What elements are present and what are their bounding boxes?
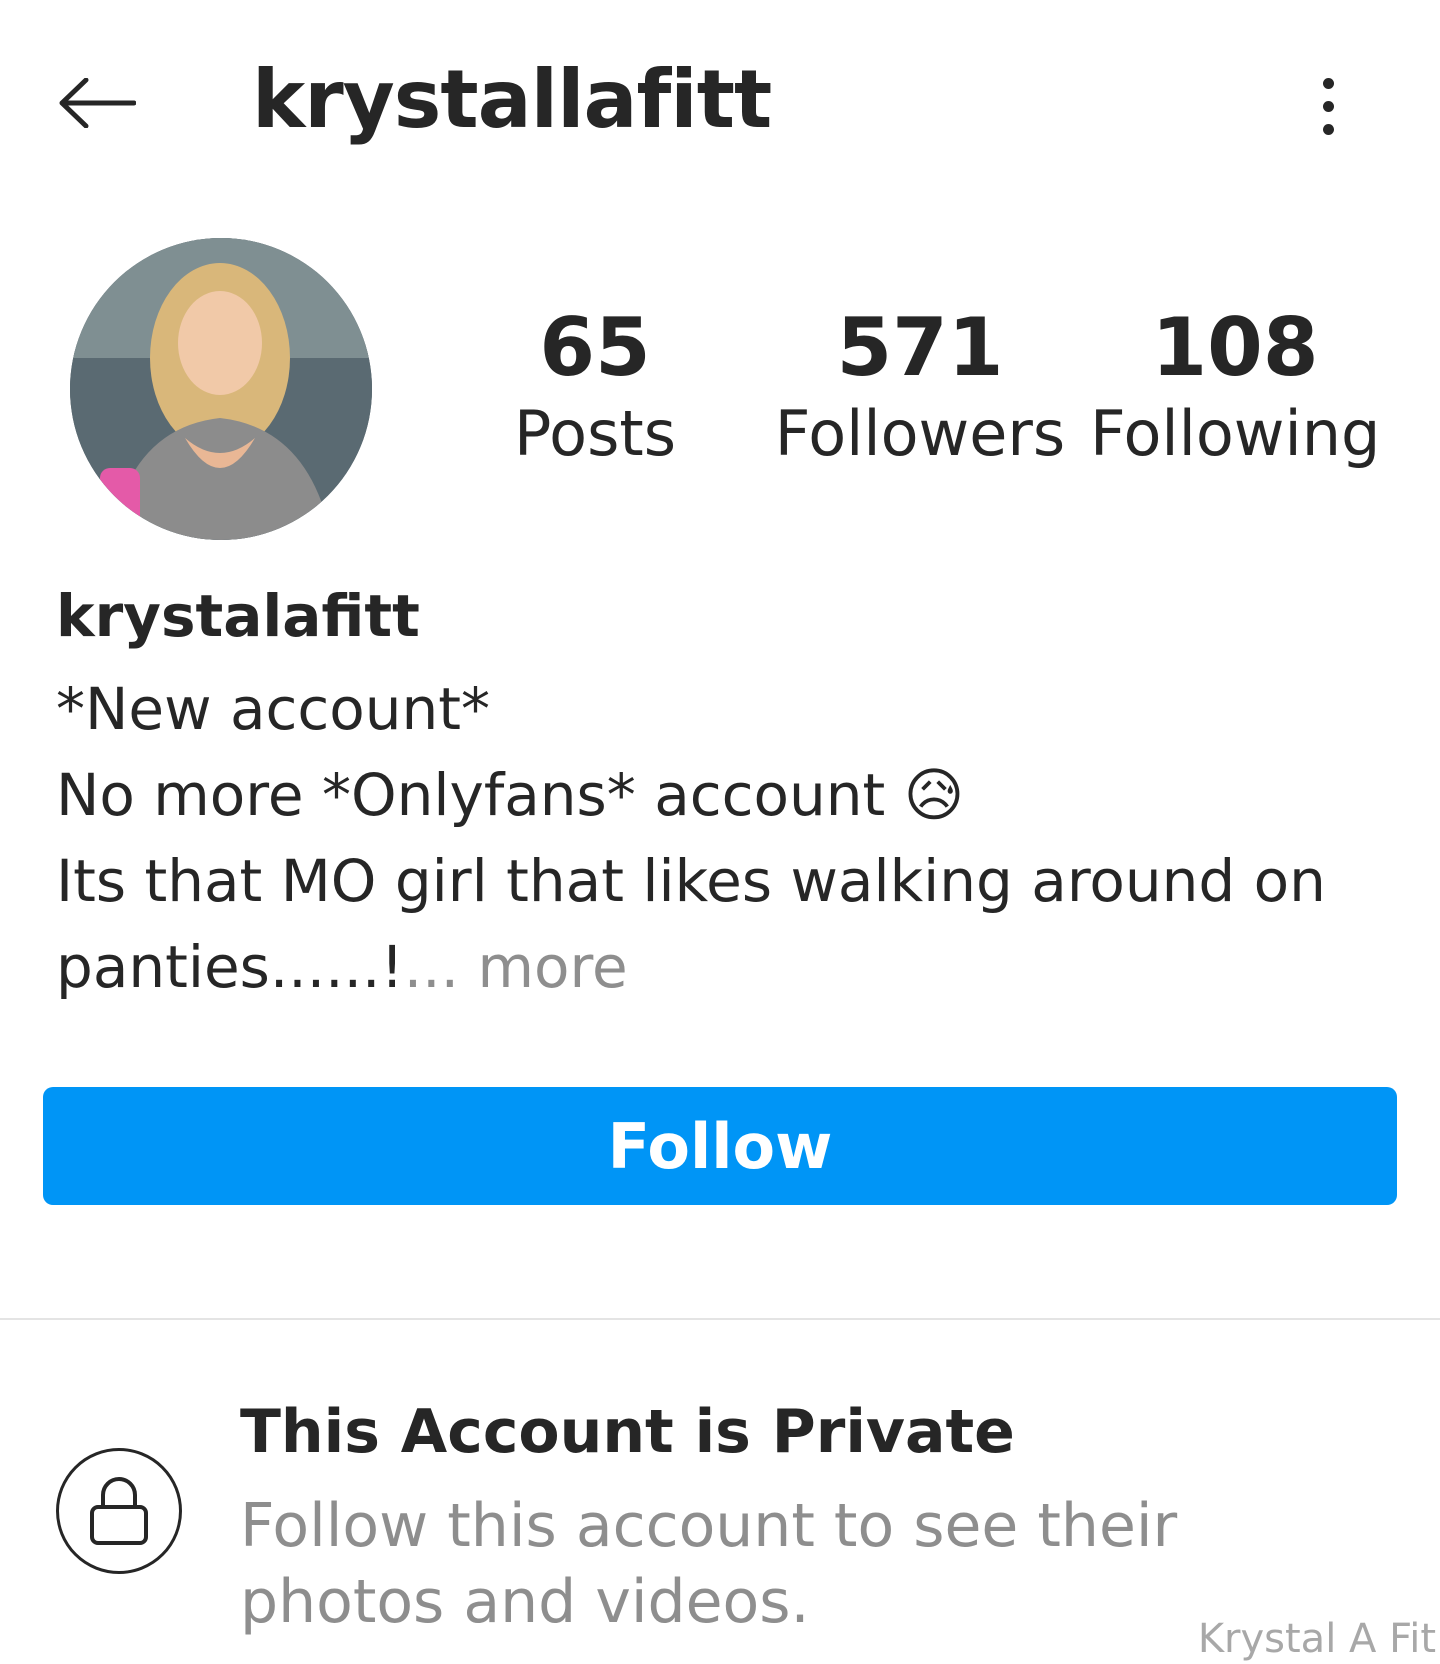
bio-line-4: panties......!... more (56, 924, 1396, 1010)
watermark: Krystal A Fit (1197, 1616, 1436, 1662)
bio-line-1: *New account* (56, 675, 491, 743)
back-button[interactable] (54, 60, 140, 146)
more-vertical-icon-dot (1322, 100, 1334, 112)
bio-line-4-text: panties......! (56, 933, 404, 1001)
arrow-left-icon (59, 78, 136, 128)
more-vertical-icon-dot (1322, 123, 1334, 135)
private-title: This Account is Private (240, 1397, 1015, 1467)
bio-line-3: Its that MO girl that likes walking arou… (56, 847, 1326, 915)
lock-icon-circle (56, 1448, 182, 1574)
profile-page: krystallafitt 65 Posts 571 Followers 108… (0, 0, 1440, 1664)
followers-value: 571 (836, 301, 1004, 394)
followers-label: Followers (774, 397, 1066, 470)
divider (0, 1318, 1440, 1320)
following-value: 108 (1151, 301, 1319, 394)
more-options-button[interactable] (1300, 60, 1356, 152)
page-title: krystallafitt (252, 53, 772, 146)
followers-count[interactable]: 571 Followers (770, 300, 1070, 474)
following-count[interactable]: 108 Following (1090, 300, 1380, 474)
bio-ellipsis: ... (403, 933, 460, 1001)
posts-value: 65 (539, 301, 651, 394)
following-label: Following (1090, 397, 1381, 470)
bio-line-2-text: No more *Onlyfans* account (56, 761, 886, 829)
bio-name: krystalafitt (56, 582, 420, 650)
profile-photo (70, 238, 372, 540)
sad-emoji-icon: 😥 (903, 761, 965, 829)
bio-line-2: No more *Onlyfans* account 😥 (56, 752, 1396, 838)
posts-label: Posts (513, 397, 677, 470)
avatar[interactable] (70, 238, 372, 540)
posts-count[interactable]: 65 Posts (500, 300, 690, 474)
more-vertical-icon (1322, 77, 1334, 89)
follow-button[interactable]: Follow (43, 1087, 1397, 1205)
bio-more-link[interactable]: more (478, 933, 628, 1001)
bio: krystalafitt *New account* No more *Only… (56, 582, 1396, 1010)
lock-icon (90, 1477, 148, 1545)
